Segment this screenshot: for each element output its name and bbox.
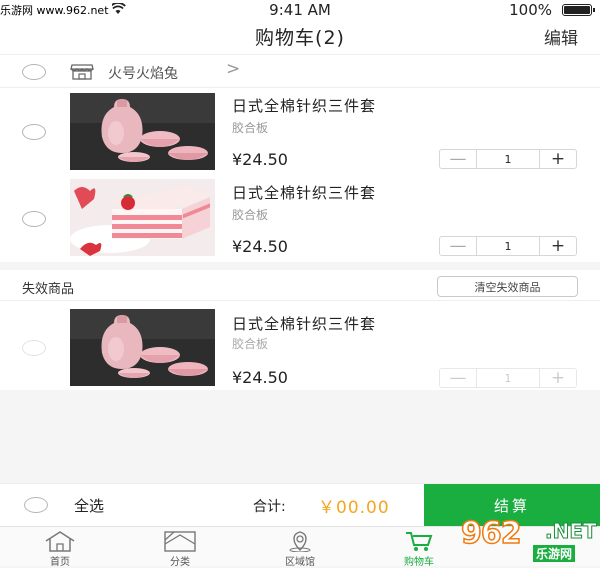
tab-category[interactable]: 分类 bbox=[130, 528, 230, 568]
store-name[interactable]: 火号火焰兔 bbox=[108, 63, 178, 83]
total-label: 合计: bbox=[253, 499, 286, 515]
nav-bar: 购物车(2) 编辑 bbox=[0, 20, 600, 54]
increase-quantity-button: + bbox=[539, 368, 576, 388]
quantity-stepper-disabled: — 1 + bbox=[439, 368, 577, 388]
quantity-value[interactable]: 1 bbox=[477, 150, 539, 168]
cart-icon bbox=[369, 530, 469, 552]
item-select-radio-disabled bbox=[22, 340, 46, 356]
tab-cart[interactable]: 购物车 bbox=[369, 528, 469, 568]
quantity-stepper: — 1 + bbox=[439, 149, 577, 169]
decrease-quantity-button: — bbox=[440, 368, 477, 388]
product-price: ¥24.50 bbox=[232, 237, 288, 256]
watermark-text: 乐游网 www.962.net bbox=[0, 4, 109, 17]
select-all-label[interactable]: 全选 bbox=[74, 495, 104, 516]
battery-percent: 100% bbox=[509, 1, 552, 19]
invalid-items-header: 失效商品 清空失效商品 bbox=[0, 270, 600, 301]
category-icon bbox=[130, 530, 230, 552]
cart-item: 日式全棉针织三件套 胶合板 ¥24.50 — 1 + bbox=[0, 88, 600, 175]
invalid-cart-item: 日式全棉针织三件套 胶合板 ¥24.50 — 1 + bbox=[0, 301, 600, 390]
product-price: ¥24.50 bbox=[232, 368, 288, 387]
watermark-number: 962 bbox=[460, 515, 522, 552]
product-spec: 胶合板 bbox=[232, 337, 269, 351]
cart-item: 日式全棉针织三件套 胶合板 ¥24.50 — 1 + bbox=[0, 175, 600, 262]
product-name[interactable]: 日式全棉针织三件套 bbox=[232, 313, 376, 334]
product-image-pink-glass-bowls[interactable] bbox=[70, 309, 215, 386]
product-image-strawberry-cake[interactable] bbox=[70, 179, 215, 256]
watermark-top-left: 乐游网 www.962.net bbox=[0, 0, 112, 20]
quantity-stepper: — 1 + bbox=[439, 236, 577, 256]
product-image-pink-glass-bowls[interactable] bbox=[70, 93, 215, 170]
cart-item-list: 日式全棉针织三件套 胶合板 ¥24.50 — 1 + 日式全棉针织三件套 胶合板… bbox=[0, 88, 600, 262]
product-name[interactable]: 日式全棉针织三件套 bbox=[232, 182, 376, 203]
chevron-right-icon[interactable]: > bbox=[226, 59, 240, 79]
product-price: ¥24.50 bbox=[232, 150, 288, 169]
invalid-items-title: 失效商品 bbox=[22, 282, 75, 297]
tab-home[interactable]: 首页 bbox=[10, 528, 110, 568]
decrease-quantity-button[interactable]: — bbox=[440, 236, 477, 256]
quantity-value[interactable]: 1 bbox=[477, 237, 539, 255]
increase-quantity-button[interactable]: + bbox=[539, 149, 576, 169]
edit-button[interactable]: 编辑 bbox=[544, 24, 578, 49]
increase-quantity-button[interactable]: + bbox=[539, 236, 576, 256]
page-title: 购物车(2) bbox=[255, 27, 345, 49]
tab-region[interactable]: 区域馆 bbox=[250, 528, 350, 568]
total-value: ￥00.00 bbox=[318, 498, 390, 518]
quantity-value: 1 bbox=[504, 371, 512, 385]
shop-icon bbox=[70, 64, 94, 84]
item-select-radio[interactable] bbox=[22, 124, 46, 140]
store-select-radio[interactable] bbox=[22, 64, 46, 80]
product-spec: 胶合板 bbox=[232, 208, 269, 222]
product-spec: 胶合板 bbox=[232, 121, 269, 135]
product-name[interactable]: 日式全棉针织三件套 bbox=[232, 95, 376, 116]
location-icon bbox=[250, 530, 350, 552]
decrease-quantity-button[interactable]: — bbox=[440, 149, 477, 169]
battery-icon bbox=[562, 4, 595, 16]
clear-invalid-button[interactable]: 清空失效商品 bbox=[437, 276, 578, 297]
watermark-sub: 乐游网 bbox=[533, 545, 576, 562]
select-all-radio[interactable] bbox=[24, 497, 48, 513]
home-icon bbox=[10, 530, 110, 552]
item-select-radio[interactable] bbox=[22, 211, 46, 227]
watermark-logo: 962 .NET 乐游网 bbox=[460, 515, 598, 562]
watermark-net: .NET bbox=[545, 519, 598, 544]
store-row[interactable]: 火号火焰兔 > bbox=[0, 54, 600, 88]
